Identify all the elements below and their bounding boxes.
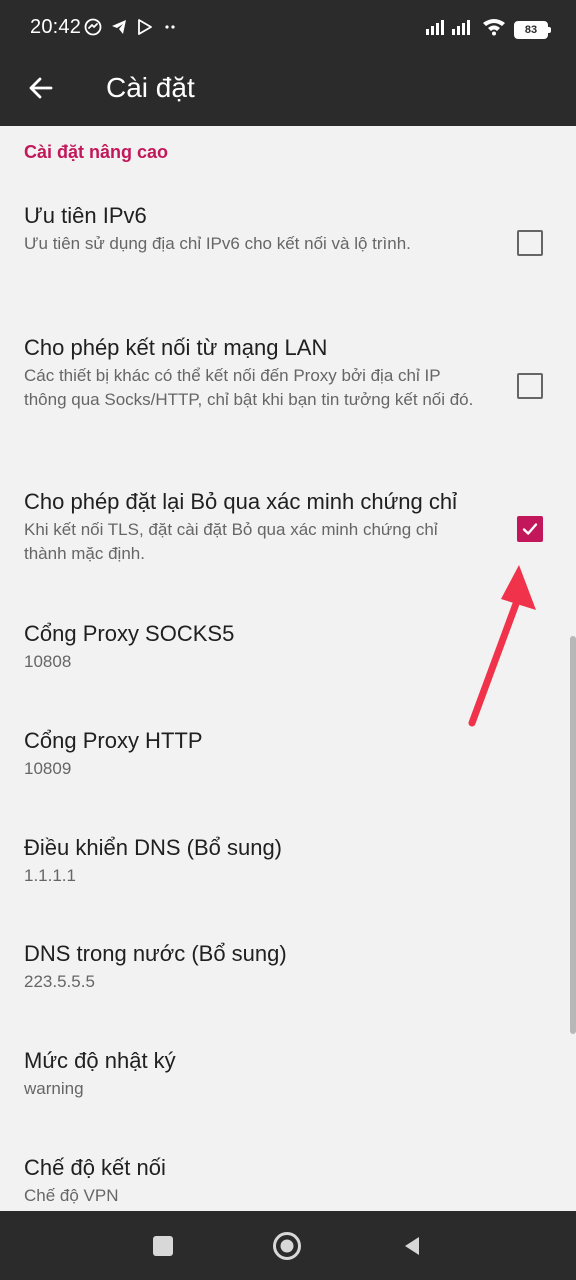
recents-square-icon [153,1236,173,1256]
pref-summary: Chế độ VPN [24,1186,119,1205]
pref-http-port[interactable]: Cổng Proxy HTTP 10809 [24,727,480,781]
page-title: Cài đặt [106,72,195,103]
messenger-icon [84,18,102,41]
checkbox-prefer-ipv6[interactable] [517,230,543,256]
pref-title: Chế độ kết nối [24,1155,166,1180]
settings-list[interactable]: Cài đặt nâng cao Ưu tiên IPv6 Ưu tiên sử… [0,126,576,1211]
pref-summary: Ưu tiên sử dụng địa chỉ IPv6 cho kết nối… [24,234,411,253]
app-bar: Cài đặt [0,60,576,126]
back-triangle-icon [405,1237,419,1255]
pref-socks-port[interactable]: Cổng Proxy SOCKS5 10808 [24,620,480,674]
play-store-icon [136,18,154,41]
pref-allow-insecure-reset[interactable]: Cho phép đặt lại Bỏ qua xác minh chứng c… [24,488,480,566]
pref-summary: 1.1.1.1 [24,866,76,885]
pref-domestic-dns[interactable]: DNS trong nước (Bổ sung) 223.5.5.5 [24,940,480,994]
back-button[interactable] [24,71,58,105]
checkmark-icon [522,523,538,535]
battery-icon: 83 [514,20,551,39]
telegram-icon [110,18,128,41]
status-bar: 20:42 83 [0,0,576,60]
navigation-bar [0,1211,576,1280]
pref-summary: 223.5.5.5 [24,972,95,991]
pref-summary: 10808 [24,652,72,671]
pref-title: Mức độ nhật ký [24,1048,176,1073]
signal-icon [426,18,474,41]
scrollbar[interactable] [570,636,576,1034]
pref-title: Điều khiển DNS (Bổ sung) [24,835,283,860]
pref-summary: Các thiết bị khác có thể kết nối đến Pro… [24,366,474,409]
status-icons-left [84,18,180,41]
back-arrow-icon [29,77,53,99]
checkbox-allow-insecure-reset[interactable] [517,516,543,542]
pref-title: Ưu tiên IPv6 [24,203,147,228]
pref-log-level[interactable]: Mức độ nhật ký warning [24,1047,480,1101]
back-nav-button[interactable] [397,1231,427,1261]
pref-title: Cho phép đặt lại Bỏ qua xác minh chứng c… [24,489,457,514]
pref-connection-mode[interactable]: Chế độ kết nối Chế độ VPN [24,1154,480,1208]
pref-title: DNS trong nước (Bổ sung) [24,941,287,966]
pref-allow-lan[interactable]: Cho phép kết nối từ mạng LAN Các thiết b… [24,334,480,412]
more-notifications-icon [162,18,180,41]
status-icons-right: 83 [426,18,551,41]
pref-summary: 10809 [24,759,72,778]
recents-button[interactable] [148,1231,178,1261]
section-title: Cài đặt nâng cao [24,142,169,162]
pref-title: Cho phép kết nối từ mạng LAN [24,335,328,360]
pref-remote-dns[interactable]: Điều khiển DNS (Bổ sung) 1.1.1.1 [24,834,480,888]
pref-title: Cổng Proxy HTTP [24,728,203,753]
pref-summary: Khi kết nối TLS, đặt cài đặt Bỏ qua xác … [24,520,438,563]
home-circle-icon [273,1232,301,1260]
checkbox-allow-lan[interactable] [517,373,543,399]
pref-title: Cổng Proxy SOCKS5 [24,621,235,646]
wifi-icon [482,18,506,41]
home-button[interactable] [272,1231,302,1261]
pref-summary: warning [24,1079,84,1098]
status-time: 20:42 [30,16,82,38]
pref-prefer-ipv6[interactable]: Ưu tiên IPv6 Ưu tiên sử dụng địa chỉ IPv… [24,202,480,256]
